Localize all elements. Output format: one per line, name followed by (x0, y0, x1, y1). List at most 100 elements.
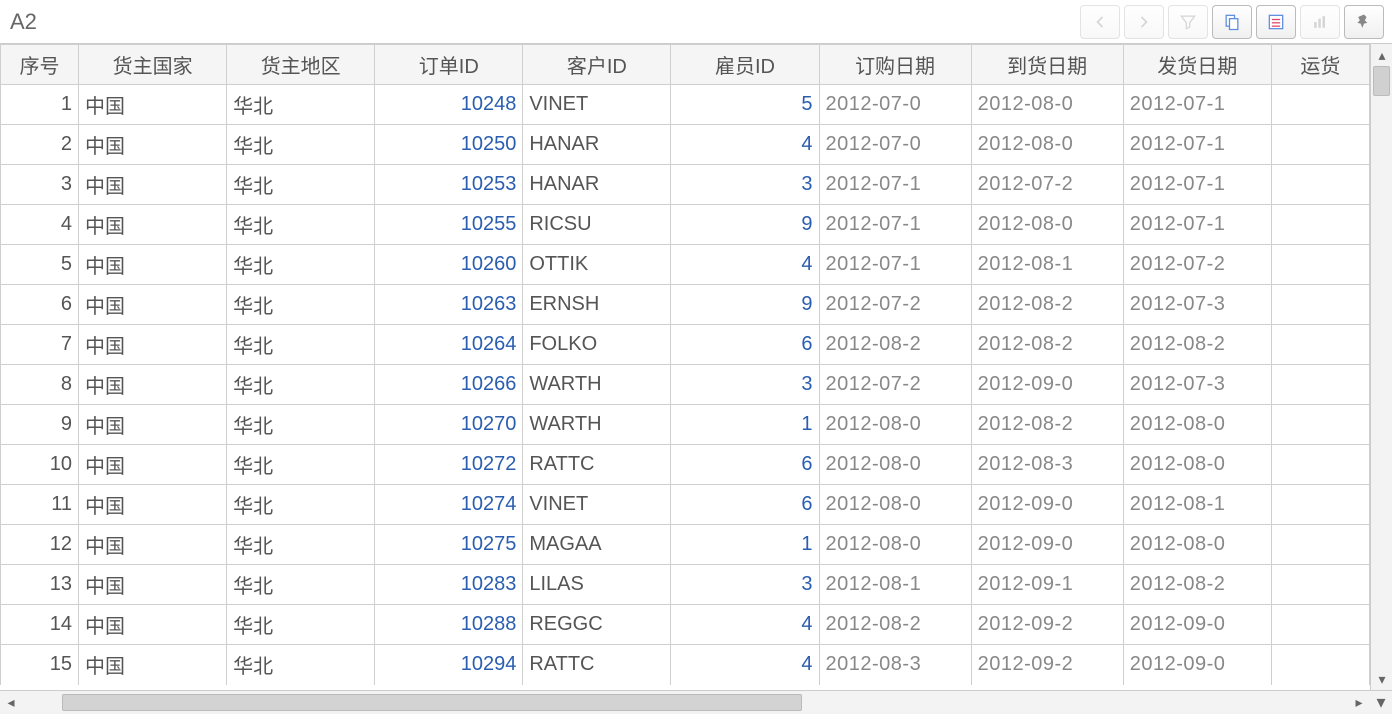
column-header[interactable]: 运货 (1271, 45, 1369, 85)
cell[interactable]: 中国 (79, 485, 227, 525)
cell[interactable]: 2012-07-2 (819, 365, 971, 405)
cell[interactable]: 2012-08-2 (971, 405, 1123, 445)
cell[interactable]: 中国 (79, 605, 227, 645)
cell[interactable]: 2012-08-0 (819, 405, 971, 445)
cell[interactable]: 2012-07-3 (1123, 365, 1271, 405)
cell[interactable]: OTTIK (523, 245, 671, 285)
cell[interactable]: 4 (671, 245, 819, 285)
cell[interactable]: 华北 (227, 85, 375, 125)
cell[interactable]: 2012-07-1 (819, 165, 971, 205)
cell[interactable]: 2012-08-2 (819, 325, 971, 365)
cell[interactable]: 10248 (375, 85, 523, 125)
cell[interactable]: 10266 (375, 365, 523, 405)
cell[interactable]: 2012-07-1 (1123, 205, 1271, 245)
cell[interactable]: 10260 (375, 245, 523, 285)
cell[interactable]: 2012-07-2 (819, 285, 971, 325)
table-row[interactable]: 12中国华北10275MAGAA12012-08-02012-09-02012-… (1, 525, 1370, 565)
cell[interactable]: 7 (1, 325, 79, 365)
column-header[interactable]: 雇员ID (671, 45, 819, 85)
cell[interactable]: 4 (1, 205, 79, 245)
cell[interactable]: RATTC (523, 445, 671, 485)
cell[interactable]: 9 (671, 205, 819, 245)
cell[interactable] (1271, 525, 1369, 565)
cell[interactable]: 2012-09-2 (971, 645, 1123, 685)
cell[interactable]: 14 (1, 605, 79, 645)
cell[interactable]: 2012-09-0 (971, 525, 1123, 565)
cell[interactable]: 2012-07-1 (819, 245, 971, 285)
cell[interactable]: 2012-08-0 (819, 445, 971, 485)
cell[interactable]: 2012-08-2 (971, 325, 1123, 365)
cell[interactable]: 2012-08-0 (1123, 525, 1271, 565)
cell[interactable]: 2012-07-1 (1123, 125, 1271, 165)
cell[interactable]: 中国 (79, 565, 227, 605)
scroll-up-arrow[interactable]: ▴ (1371, 44, 1392, 66)
cell[interactable]: 2012-08-2 (819, 605, 971, 645)
cell[interactable] (1271, 85, 1369, 125)
vertical-scroll-track[interactable] (1371, 66, 1392, 668)
cell[interactable]: 2012-08-3 (819, 645, 971, 685)
cell[interactable]: 10294 (375, 645, 523, 685)
cell[interactable]: 2012-08-2 (1123, 325, 1271, 365)
cell[interactable]: 2012-08-2 (1123, 565, 1271, 605)
cell[interactable]: 2012-08-0 (819, 525, 971, 565)
column-header[interactable]: 序号 (1, 45, 79, 85)
cell[interactable]: 2012-08-1 (1123, 485, 1271, 525)
horizontal-scrollbar[interactable]: ◂ ▸ ▾ (0, 690, 1392, 714)
table-row[interactable]: 15中国华北10294RATTC42012-08-32012-09-22012-… (1, 645, 1370, 685)
cell[interactable]: 华北 (227, 485, 375, 525)
cell[interactable] (1271, 245, 1369, 285)
cell[interactable]: 1 (671, 405, 819, 445)
cell[interactable] (1271, 405, 1369, 445)
cell[interactable]: 华北 (227, 525, 375, 565)
cell[interactable]: 中国 (79, 205, 227, 245)
cell[interactable]: 中国 (79, 405, 227, 445)
table-row[interactable]: 13中国华北10283LILAS32012-08-12012-09-12012-… (1, 565, 1370, 605)
scroll-right-arrow[interactable]: ▸ (1348, 691, 1370, 713)
cell[interactable]: 2012-07-2 (971, 165, 1123, 205)
cell[interactable]: 10275 (375, 525, 523, 565)
cell[interactable]: 13 (1, 565, 79, 605)
cell[interactable]: HANAR (523, 165, 671, 205)
cell[interactable]: WARTH (523, 405, 671, 445)
cell[interactable]: 10283 (375, 565, 523, 605)
cell[interactable] (1271, 285, 1369, 325)
table-row[interactable]: 2中国华北10250HANAR42012-07-02012-08-02012-0… (1, 125, 1370, 165)
cell[interactable]: 2012-08-0 (819, 485, 971, 525)
cell[interactable]: LILAS (523, 565, 671, 605)
cell[interactable]: 10255 (375, 205, 523, 245)
table-row[interactable]: 5中国华北10260OTTIK42012-07-12012-08-12012-0… (1, 245, 1370, 285)
cell[interactable]: 9 (1, 405, 79, 445)
forward-button[interactable] (1124, 5, 1164, 39)
data-grid[interactable]: 序号货主国家货主地区订单ID客户ID雇员ID订购日期到货日期发货日期运货 1中国… (0, 44, 1370, 690)
cell[interactable]: ERNSH (523, 285, 671, 325)
cell[interactable]: 2012-07-1 (1123, 165, 1271, 205)
cell[interactable]: 15 (1, 645, 79, 685)
table-row[interactable]: 3中国华北10253HANAR32012-07-12012-07-22012-0… (1, 165, 1370, 205)
cell[interactable]: 10272 (375, 445, 523, 485)
cell[interactable]: 中国 (79, 325, 227, 365)
cell[interactable]: 2012-07-3 (1123, 285, 1271, 325)
cell[interactable]: 2012-08-3 (971, 445, 1123, 485)
cell[interactable]: 华北 (227, 405, 375, 445)
filter-button[interactable] (1168, 5, 1208, 39)
table-row[interactable]: 10中国华北10272RATTC62012-08-02012-08-32012-… (1, 445, 1370, 485)
cell[interactable]: 5 (1, 245, 79, 285)
chart-button[interactable] (1300, 5, 1340, 39)
cell[interactable]: 中国 (79, 365, 227, 405)
table-row[interactable]: 7中国华北10264FOLKO62012-08-22012-08-22012-0… (1, 325, 1370, 365)
cell[interactable]: 华北 (227, 205, 375, 245)
properties-button[interactable] (1256, 5, 1296, 39)
back-button[interactable] (1080, 5, 1120, 39)
table-row[interactable]: 9中国华北10270WARTH12012-08-02012-08-22012-0… (1, 405, 1370, 445)
cell[interactable]: WARTH (523, 365, 671, 405)
cell[interactable]: 2012-09-0 (1123, 645, 1271, 685)
table-row[interactable]: 8中国华北10266WARTH32012-07-22012-09-02012-0… (1, 365, 1370, 405)
cell[interactable]: 2012-09-0 (971, 485, 1123, 525)
cell[interactable] (1271, 205, 1369, 245)
cell[interactable]: 中国 (79, 165, 227, 205)
cell[interactable]: 6 (1, 285, 79, 325)
cell[interactable]: 4 (671, 605, 819, 645)
cell[interactable]: 中国 (79, 525, 227, 565)
table-row[interactable]: 1中国华北10248VINET52012-07-02012-08-02012-0… (1, 85, 1370, 125)
cell[interactable]: VINET (523, 485, 671, 525)
